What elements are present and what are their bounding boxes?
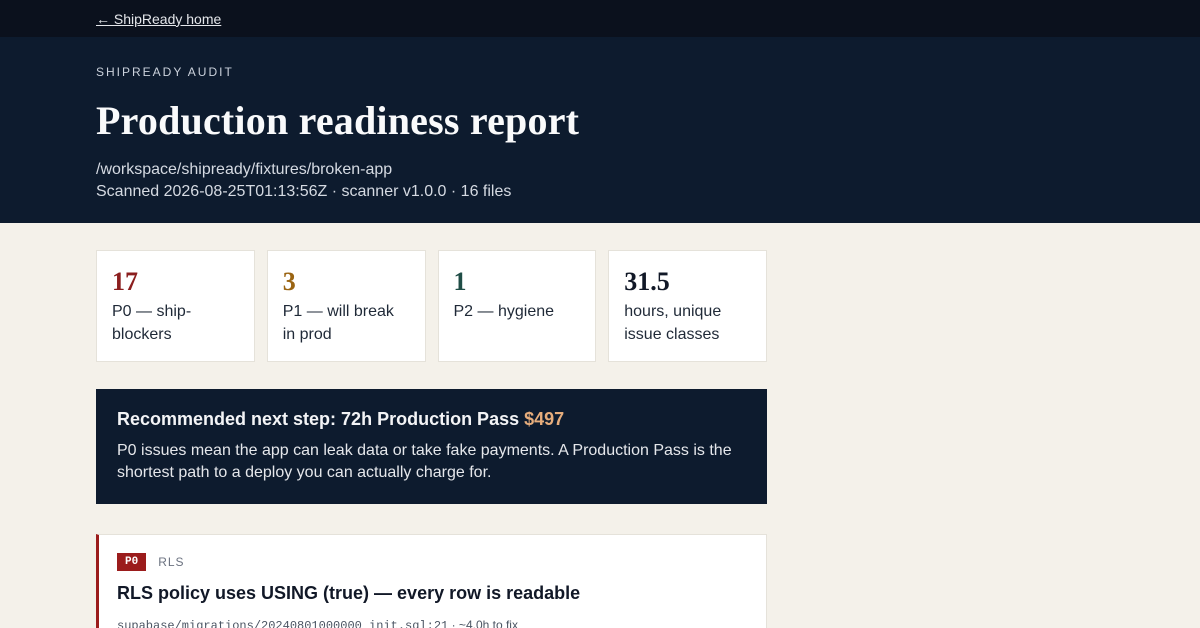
issue-category: RLS — [158, 555, 185, 569]
fix-estimate: · ~4.0h to fix — [448, 618, 518, 628]
severity-badge: P0 — [117, 553, 147, 571]
stat-card-p1: 3 P1 — will break in prod — [266, 250, 426, 362]
recommendation-text: Recommended next step: 72h Production Pa… — [117, 409, 525, 429]
issue-card[interactable]: P0 RLS RLS policy uses USING (true) — ev… — [96, 534, 767, 628]
price-label: $497 — [524, 409, 565, 429]
report-header: SHIPREADY AUDIT Production readiness rep… — [0, 37, 1200, 223]
stat-label: P1 — will break in prod — [282, 303, 394, 343]
recommendation-body: P0 issues mean the app can leak data or … — [117, 442, 732, 481]
report-body: 17 P0 — ship-blockers 3 P1 — will break … — [0, 223, 863, 628]
stat-label: P0 — ship-blockers — [112, 303, 192, 343]
scan-info: Scanned 2026-08-25T01:13:56Z · scanner v… — [96, 183, 512, 200]
back-home-link[interactable]: ← ShipReady home — [96, 11, 221, 27]
file-location: supabase/migrations/20240801000000_init.… — [117, 619, 449, 628]
stat-card-p0: 17 P0 — ship-blockers — [96, 250, 255, 362]
stat-label: P2 — hygiene — [453, 303, 555, 320]
stat-label: hours, unique issue classes — [624, 303, 722, 343]
stat-value: 31.5 — [624, 267, 670, 296]
eyebrow-label: SHIPREADY AUDIT — [96, 65, 234, 79]
page-title: Production readiness report — [96, 98, 580, 143]
issue-title: RLS policy uses USING (true) — every row… — [117, 583, 581, 603]
issue-location: supabase/migrations/20240801000000_init.… — [117, 618, 748, 628]
top-nav-bar: ← ShipReady home — [0, 0, 1200, 37]
stats-row: 17 P0 — ship-blockers 3 P1 — will break … — [96, 250, 767, 362]
stat-value: 3 — [282, 267, 296, 296]
stat-value: 17 — [112, 267, 138, 296]
stat-card-hours: 31.5 hours, unique issue classes — [608, 250, 767, 362]
recommendation-title: Recommended next step: 72h Production Pa… — [117, 409, 746, 430]
stat-value: 1 — [453, 267, 467, 296]
recommendation-banner: Recommended next step: 72h Production Pa… — [96, 389, 767, 504]
project-path: /workspace/shipready/fixtures/broken-app — [96, 161, 393, 178]
issue-header: P0 RLS — [117, 553, 748, 571]
stat-card-p2: 1 P2 — hygiene — [437, 250, 597, 362]
